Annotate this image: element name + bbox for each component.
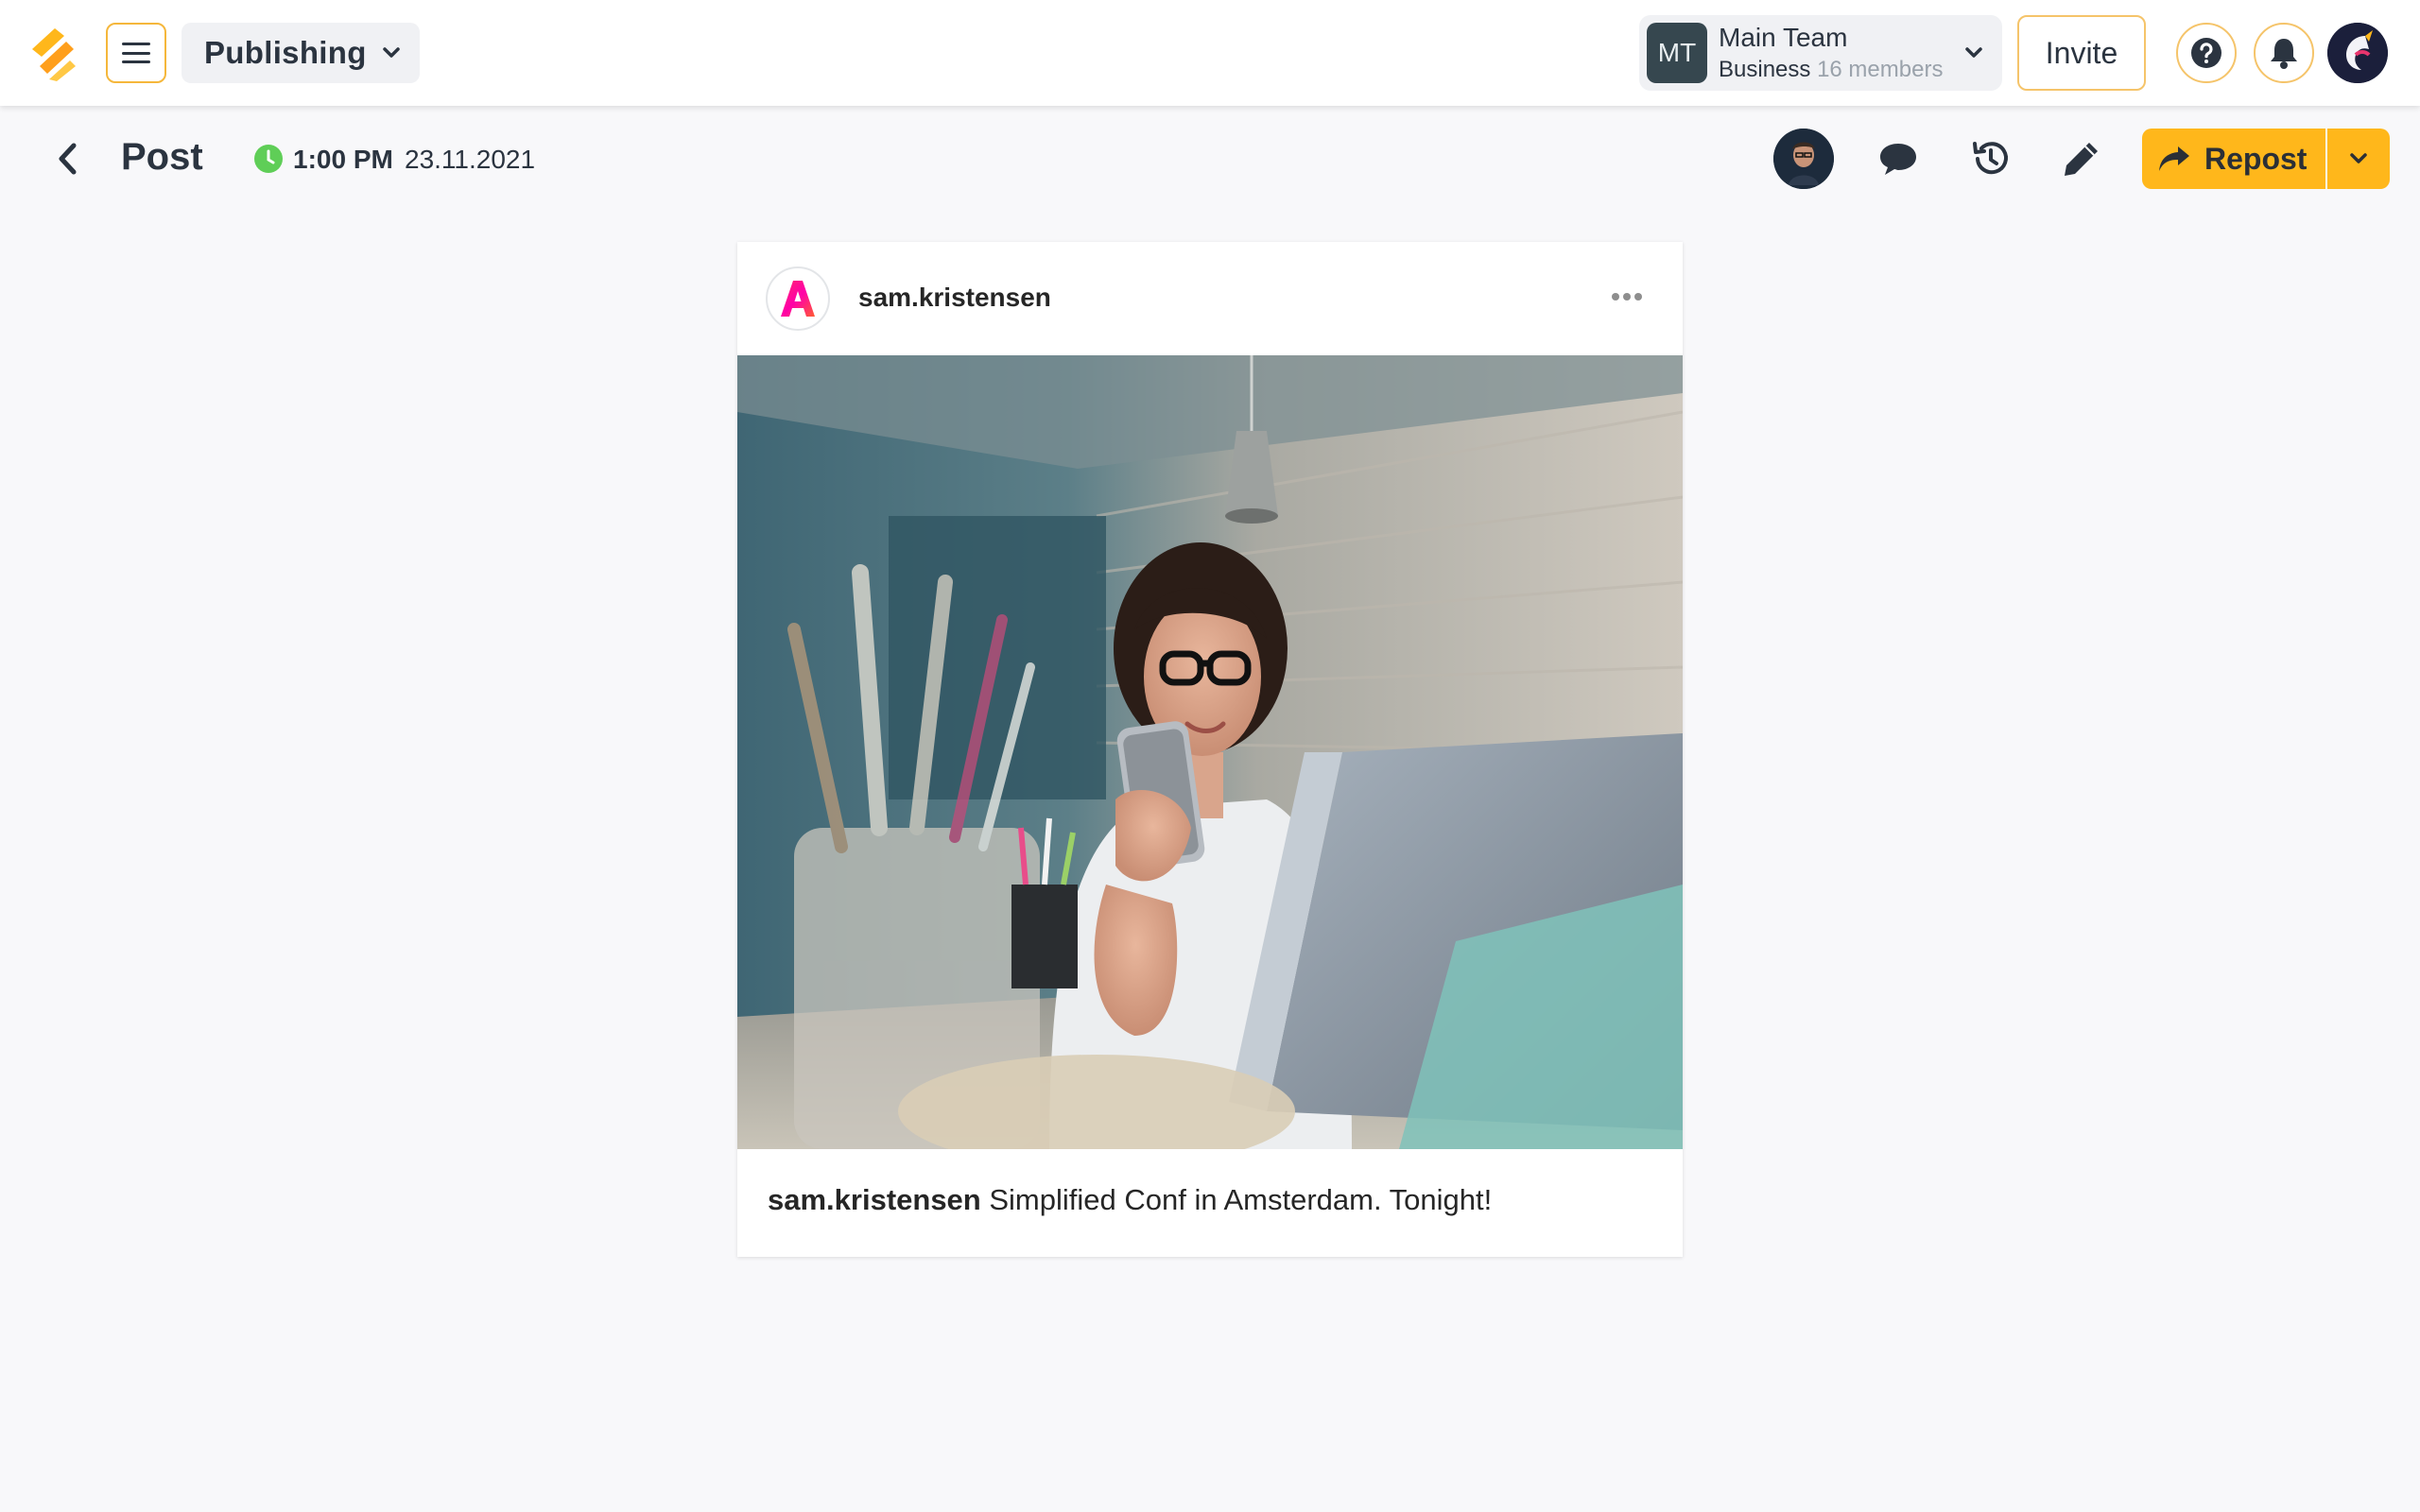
team-name: Main Team [1719, 23, 1848, 52]
post-photo [737, 355, 1683, 1149]
team-selector[interactable]: MT Main Team Business 16 members [1639, 15, 2002, 91]
chevron-down-icon [2350, 153, 2367, 163]
notifications-button[interactable] [2254, 23, 2314, 83]
repost-icon [2159, 146, 2189, 171]
repost-options-button[interactable] [2327, 129, 2390, 189]
page-title: Post [121, 136, 203, 178]
caption-text: Simplified Conf in Amsterdam. Tonight! [980, 1183, 1493, 1216]
history-icon[interactable] [1970, 138, 2012, 180]
unicorn-avatar-icon [2327, 23, 2388, 83]
team-plan: Business 16 members [1719, 57, 1943, 83]
module-switcher-label: Publishing [204, 35, 367, 70]
app-logo[interactable] [26, 25, 79, 81]
back-icon[interactable] [53, 142, 83, 176]
publish-time: 1:00 PM [293, 145, 393, 174]
clock-icon [254, 145, 283, 173]
help-button[interactable] [2176, 23, 2237, 83]
repost-label: Repost [2204, 141, 2308, 176]
chevron-down-icon [383, 47, 400, 58]
chevron-down-icon [1965, 47, 1982, 58]
team-member-count: 16 members [1817, 57, 1944, 82]
repost-button[interactable]: Repost [2142, 129, 2325, 189]
logo-icon [32, 28, 76, 81]
account-name: sam.kristensen [858, 283, 1051, 312]
invite-button[interactable]: Invite [2017, 15, 2146, 91]
edit-icon[interactable] [2061, 138, 2102, 180]
person-avatar-icon [1773, 129, 1834, 189]
team-avatar: MT [1647, 23, 1707, 83]
post-photo-image [737, 355, 1683, 1149]
post-preview-card: sam.kristensen sam.kristensen Simplified… [737, 242, 1683, 1257]
bell-icon [2271, 39, 2297, 69]
post-header: sam.kristensen [737, 242, 1683, 355]
publish-date: 23.11.2021 [405, 145, 536, 174]
more-options-icon[interactable] [1611, 291, 1643, 302]
user-avatar[interactable] [2327, 23, 2388, 83]
post-caption: sam.kristensen Simplified Conf in Amster… [768, 1183, 1492, 1217]
main-menu-button[interactable] [106, 23, 166, 83]
help-icon [2191, 38, 2221, 68]
account-avatar [766, 266, 830, 331]
author-avatar[interactable] [1773, 129, 1834, 189]
module-switcher[interactable]: Publishing [182, 23, 420, 83]
account-logo-icon [781, 281, 815, 317]
comment-icon[interactable] [1877, 138, 1919, 180]
caption-username: sam.kristensen [768, 1183, 981, 1216]
top-bar: Publishing MT Main Team Business 16 memb… [0, 0, 2420, 106]
team-plan-label: Business [1719, 57, 1811, 82]
menu-icon [122, 43, 150, 63]
